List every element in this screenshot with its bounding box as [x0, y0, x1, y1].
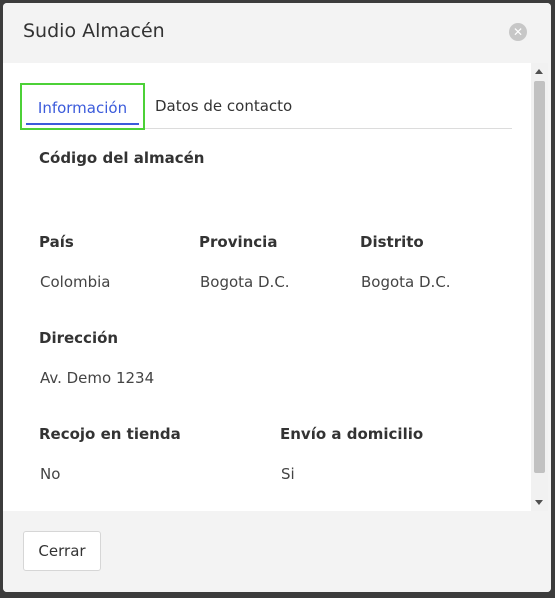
pais-value: Colombia [40, 273, 111, 291]
modal-body: Información Datos de contacto Código del… [3, 63, 531, 511]
modal-header: Sudio Almacén ✕ [3, 3, 551, 63]
recojo-value: No [40, 465, 61, 483]
modal-footer: Cerrar [3, 511, 551, 592]
recojo-label: Recojo en tienda [39, 425, 181, 443]
vertical-scrollbar[interactable] [531, 63, 548, 511]
scroll-down-icon[interactable] [535, 500, 543, 505]
codigo-label: Código del almacén [39, 149, 205, 167]
scroll-up-icon[interactable] [535, 69, 543, 74]
tab-informacion-label: Información [37, 99, 128, 117]
pais-label: País [39, 233, 74, 251]
distrito-value: Bogota D.C. [361, 273, 451, 291]
close-icon[interactable]: ✕ [509, 23, 527, 41]
distrito-label: Distrito [360, 233, 424, 251]
scroll-thumb[interactable] [534, 81, 545, 473]
tab-bar: Información Datos de contacto [20, 83, 512, 130]
tab-informacion[interactable]: Información [20, 83, 145, 130]
tab-datos-de-contacto[interactable]: Datos de contacto [155, 83, 292, 128]
provincia-label: Provincia [199, 233, 278, 251]
direccion-label: Dirección [39, 329, 119, 347]
provincia-value: Bogota D.C. [200, 273, 290, 291]
modal-title: Sudio Almacén [23, 20, 165, 42]
direccion-value: Av. Demo 1234 [40, 369, 155, 387]
envio-value: Si [281, 465, 295, 483]
active-tab-indicator [26, 123, 139, 125]
cerrar-button[interactable]: Cerrar [23, 531, 101, 571]
warehouse-modal: Sudio Almacén ✕ Información Datos de con… [3, 3, 551, 592]
envio-label: Envío a domicilio [280, 425, 424, 443]
